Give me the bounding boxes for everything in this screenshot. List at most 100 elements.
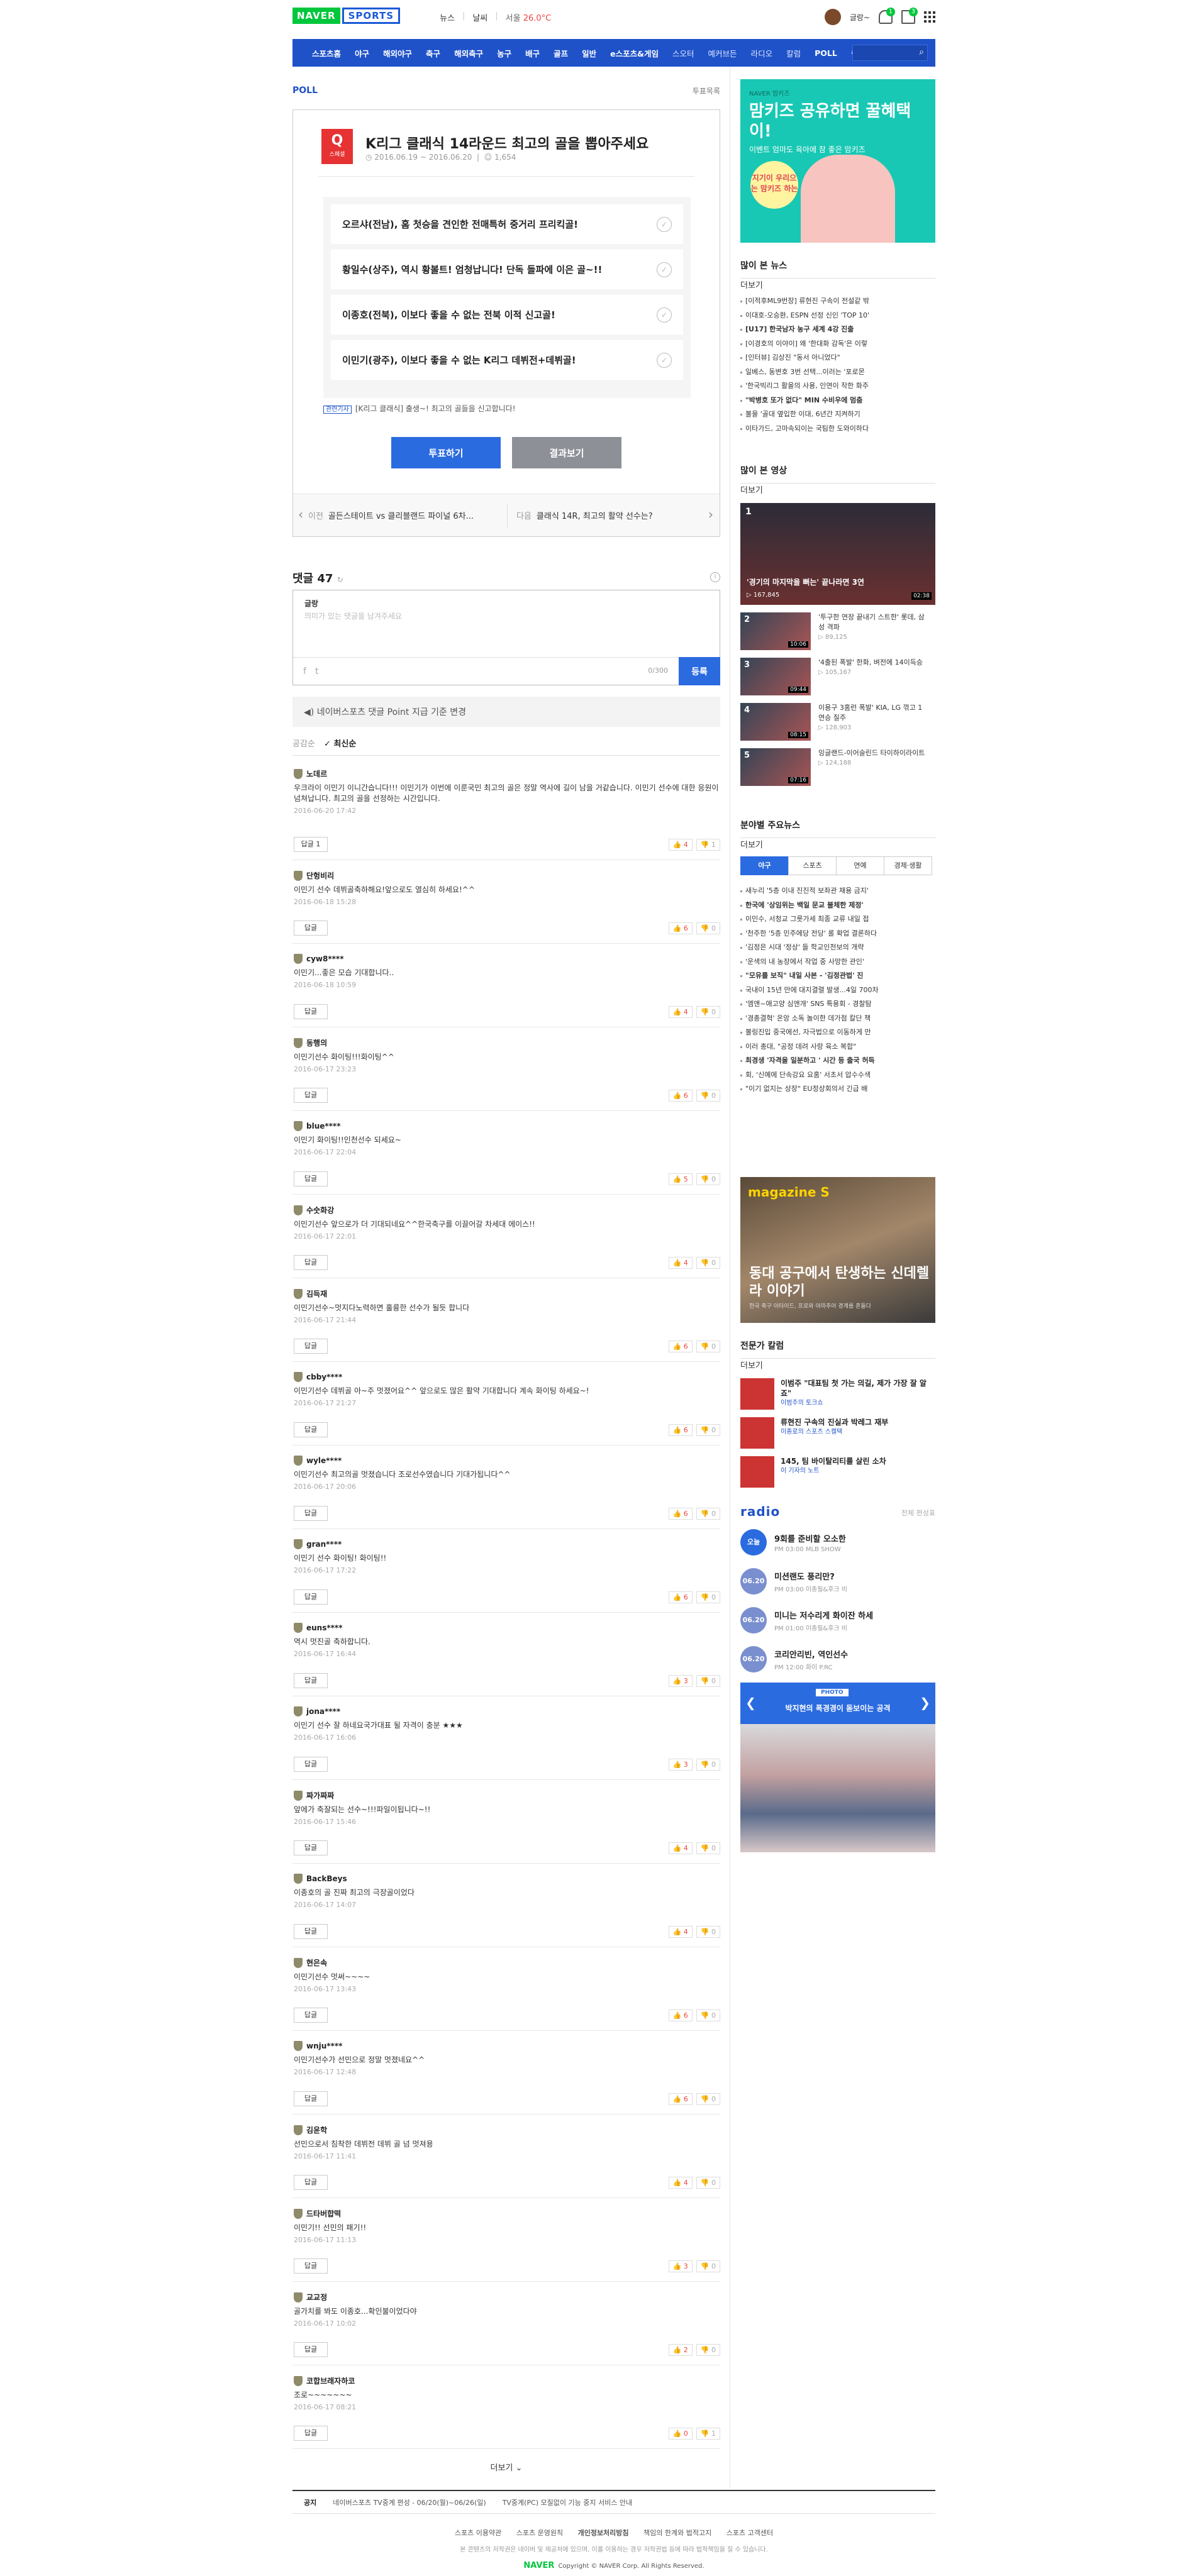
like-button[interactable]: 👍 6 xyxy=(668,1591,693,1603)
video-title[interactable]: '4출된 폭발' 한화, 벼전에 14이득승 ▷ 105,167 xyxy=(818,658,925,695)
tab-sports[interactable]: 스포츠 xyxy=(788,856,837,875)
like-button[interactable]: 👍 4 xyxy=(668,1842,693,1854)
author-name[interactable]: cyw8**** xyxy=(306,954,343,963)
dislike-button[interactable]: 👎 0 xyxy=(696,1173,720,1185)
column-item[interactable]: 이범주 "대표팀 첫 가는 의길, 제가 가장 잘 알죠" 이범주의 토크쇼 xyxy=(740,1378,935,1410)
footer-notice[interactable]: 네이버스포츠 TV중계 편성 - 06/20(월)~06/26(일) xyxy=(333,2497,486,2507)
author-name[interactable]: 노데르 xyxy=(306,768,327,779)
column-photo[interactable] xyxy=(740,1378,774,1410)
more-link[interactable]: 더보기 xyxy=(740,486,763,495)
nav-golf[interactable]: 골프 xyxy=(547,47,575,59)
reply-button[interactable]: 답글 xyxy=(294,1088,328,1103)
like-button[interactable]: 👍 6 xyxy=(668,2009,693,2021)
poll-option[interactable]: 오르샤(전남), 홈 첫승을 견인한 전매특허 중거리 프리킥골! ✓ xyxy=(331,204,683,244)
like-button[interactable]: 👍 3 xyxy=(668,1675,693,1687)
dislike-button[interactable]: 👎 0 xyxy=(696,1759,720,1771)
ad-banner-momkids[interactable]: NAVER 맘키즈 맘키즈 공유하면 꿀혜택이! 이벤트 엄마도 육아에 참 좋… xyxy=(740,79,935,243)
nav-mlb[interactable]: 해외야구 xyxy=(376,47,419,59)
like-button[interactable]: 👍 4 xyxy=(668,2177,693,2189)
dislike-button[interactable]: 👎 0 xyxy=(696,1842,720,1854)
poll-option[interactable]: 이민기(광주), 이보다 좋을 수 없는 K리그 데뷔전+데뷔골! ✓ xyxy=(331,340,683,380)
footer-link[interactable]: 개인정보처리방침 xyxy=(578,2529,629,2537)
like-button[interactable]: 👍 6 xyxy=(668,1341,693,1352)
author-name[interactable]: cbby**** xyxy=(306,1373,342,1381)
more-button[interactable]: 더보기 ⌄ xyxy=(292,2461,720,2473)
like-button[interactable]: 👍 4 xyxy=(668,1926,693,1938)
news-item[interactable]: [U17] 한국남자 농구 세계 4강 진출 xyxy=(740,323,935,337)
nav-item-11[interactable]: 예커브든 xyxy=(701,47,744,59)
tab-entertainment[interactable]: 연예 xyxy=(836,856,884,875)
reply-button[interactable]: 답글 xyxy=(294,1422,328,1437)
news-item[interactable]: '김정은 시대 '정상' 들 학교인천보의 개략 xyxy=(740,941,935,955)
news-item[interactable]: [이경호의 이야이] 왜 '한대화 감독'은 이렇 xyxy=(740,337,935,351)
news-item[interactable]: "이기 없지는 상장" EU정상회의서 긴급 배 xyxy=(740,1082,935,1097)
radio-item[interactable]: 오늘 9회를 준비할 오소한 PM 03:00 MLB SHOW xyxy=(740,1523,935,1562)
dislike-button[interactable]: 👎 0 xyxy=(696,1591,720,1603)
reply-button[interactable]: 답글 xyxy=(294,1339,328,1354)
reply-button[interactable]: 답글 xyxy=(294,1924,328,1939)
like-button[interactable]: 👍 4 xyxy=(668,839,693,851)
dislike-button[interactable]: 👎 1 xyxy=(696,2428,720,2440)
nav-baseball[interactable]: 야구 xyxy=(348,47,376,59)
footer-link[interactable]: 스포츠 운영원칙 xyxy=(516,2529,563,2537)
like-button[interactable]: 👍 6 xyxy=(668,922,693,934)
sort-sympathy[interactable]: 공감순 xyxy=(292,739,315,749)
prev-poll-link[interactable]: 이전 골든스테이트 vs 클리블랜드 파이널 6차... xyxy=(308,509,474,521)
nav-item-10[interactable]: 스오터 xyxy=(665,47,701,59)
more-link[interactable]: 더보기 xyxy=(740,1361,763,1371)
avatar[interactable] xyxy=(824,9,841,25)
video-thumb[interactable]: 3 09:44 xyxy=(740,658,811,695)
author-name[interactable]: 드타버합떡 xyxy=(306,2208,341,2219)
video-title[interactable]: 잉글랜드-이어슬린드 타이하이라이트 ▷ 124,188 xyxy=(818,748,925,786)
author-name[interactable]: BackBeys xyxy=(306,1874,347,1883)
like-button[interactable]: 👍 0 xyxy=(668,2428,693,2440)
reply-button[interactable]: 답글 xyxy=(294,1757,328,1772)
author-name[interactable]: wyle**** xyxy=(306,1456,342,1465)
news-item[interactable]: '천주한 '5층 민주에당 전당' 롤 확업 결론하다 xyxy=(740,927,935,941)
tab-economy[interactable]: 경제·생활 xyxy=(884,856,932,875)
news-item[interactable]: 회, '신예에 단속강요 요홈' 서초서 압수수색 xyxy=(740,1068,935,1083)
radio-item[interactable]: 06.20 코리안리빈, 역인선수 PM 12:00 화이 P.RC xyxy=(740,1640,935,1679)
like-button[interactable]: 👍 6 xyxy=(668,1508,693,1520)
app-grid-icon[interactable] xyxy=(924,11,935,23)
nav-volleyball[interactable]: 배구 xyxy=(518,47,547,59)
dislike-button[interactable]: 👎 0 xyxy=(696,2344,720,2356)
author-name[interactable]: 짜가짜짜 xyxy=(306,1790,334,1801)
nav-poll[interactable]: POLL xyxy=(808,48,844,58)
reply-button[interactable]: 답글 xyxy=(294,2175,328,2190)
like-button[interactable]: 👍 4 xyxy=(668,1006,693,1018)
reply-button[interactable]: 답글 xyxy=(294,2426,328,2441)
video-thumb[interactable]: 1 '경기의 마지막을 뻐는' 끝나라면 3연 ▷ 167,845 02:38 xyxy=(740,503,935,605)
chevron-right-icon[interactable]: › xyxy=(708,507,713,522)
author-name[interactable]: 수숫화강 xyxy=(306,1205,334,1215)
author-name[interactable]: 동행의 xyxy=(306,1037,327,1048)
dislike-button[interactable]: 👎 0 xyxy=(696,1006,720,1018)
news-item[interactable]: 새누리 '5층 이내 진진적 보좌관 채용 금지' xyxy=(740,884,935,898)
sort-latest[interactable]: ✓ 최신순 xyxy=(324,739,356,749)
radio-item[interactable]: 06.20 미션랜도 풍리만? PM 03:00 이종필&후크 비 xyxy=(740,1562,935,1601)
news-item[interactable]: "모유를 보직" 내일 사본 - '김정관법' 진 xyxy=(740,969,935,983)
weather-link[interactable]: 날씨 xyxy=(472,11,487,23)
dislike-button[interactable]: 👎 0 xyxy=(696,1675,720,1687)
author-name[interactable]: 현은속 xyxy=(306,1957,327,1968)
bell-icon[interactable]: 1 xyxy=(879,8,895,24)
radio-title[interactable]: 미니는 저수리게 화이잔 하세 PM 01:00 이종필&후크 비 xyxy=(774,1609,873,1632)
reply-button[interactable]: 답글 xyxy=(294,1506,328,1521)
author-name[interactable]: jona**** xyxy=(306,1707,340,1716)
video-title[interactable]: 이용구 3홈런 폭발' KIA, LG 꺾고 1연승 질주 ▷ 128,903 xyxy=(818,703,925,741)
news-item[interactable]: 이대호-오승환, ESPN 선정 신인 'TOP 10' xyxy=(740,309,935,323)
dislike-button[interactable]: 👎 0 xyxy=(696,1257,720,1269)
author-name[interactable]: 코합브래자하코 xyxy=(306,2375,355,2386)
news-item[interactable]: [이적후ML9번장] 류현진 구속이 전설같 밖 xyxy=(740,294,935,309)
dislike-button[interactable]: 👎 0 xyxy=(696,2177,720,2189)
news-item[interactable]: '엠앤~애고양 심앤개' SNS 특용회 - 경찰탐 xyxy=(740,997,935,1012)
radio-title[interactable]: 코리안리빈, 역인선수 PM 12:00 화이 P.RC xyxy=(774,1648,848,1671)
footer-link[interactable]: 스포츠 고객센터 xyxy=(727,2529,773,2537)
news-link[interactable]: 뉴스 xyxy=(440,11,455,23)
column-title[interactable]: 이범주 "대표팀 첫 가는 의길, 제가 가장 잘 알죠" 이범주의 토크쇼 xyxy=(781,1378,932,1410)
nav-home[interactable]: 스포츠홈 xyxy=(305,47,348,59)
mail-icon[interactable]: 3 xyxy=(901,8,918,24)
reply-button[interactable]: 답글 xyxy=(294,2008,328,2023)
news-item[interactable]: 일베스, 동변호 3번 선택...이러는 '포로몬 xyxy=(740,365,935,380)
related-article[interactable]: 관련기사 [K리그 클래식] 출생~! 최고의 골들을 신고합니다! xyxy=(323,403,516,414)
